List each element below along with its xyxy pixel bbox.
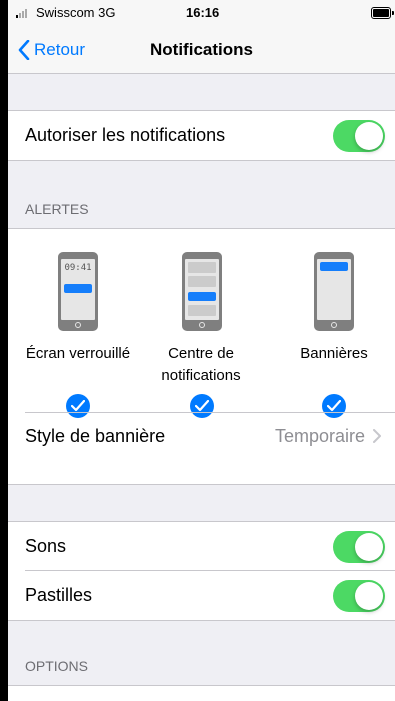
options-header: OPTIONS — [25, 658, 89, 674]
alerts-header: ALERTES — [25, 201, 89, 217]
chevron-left-icon — [18, 39, 30, 60]
phone-screen: Swisscom 3G 16:16 Retour Notifications A… — [0, 0, 395, 701]
sounds-row: Sons — [8, 522, 395, 571]
phone-screen-preview: 09:41 — [61, 259, 95, 320]
allow-notifications-toggle[interactable] — [333, 120, 385, 152]
sounds-toggle[interactable] — [333, 531, 385, 563]
list-item-preview — [188, 262, 216, 273]
notification-preview — [64, 284, 92, 293]
badges-row: Pastilles — [8, 571, 395, 620]
notification-center-phone-icon — [182, 252, 222, 331]
banner-preview — [320, 262, 348, 271]
allow-group: Autoriser les notifications — [8, 110, 395, 161]
back-label: Retour — [34, 39, 86, 59]
banner-style-value: Temporaire — [274, 426, 365, 446]
allow-notifications-label: Autoriser les notifications — [25, 125, 226, 145]
status-bar: Swisscom 3G 16:16 — [8, 0, 395, 26]
toggle-knob — [355, 122, 383, 150]
toggle-knob — [355, 582, 383, 610]
phone-screen-preview — [317, 259, 351, 320]
list-item-preview — [188, 276, 216, 287]
list-item-preview — [188, 305, 216, 316]
options-group — [8, 685, 395, 701]
phone-clock: 09:41 — [64, 263, 92, 273]
alert-style-notification-center[interactable]: Centre de notifications — [141, 229, 261, 419]
phone-screen-preview — [185, 259, 219, 320]
notification-preview — [188, 292, 216, 301]
home-button-icon — [331, 322, 337, 328]
allow-notifications-row: Autoriser les notifications — [8, 111, 395, 160]
badges-toggle[interactable] — [333, 580, 385, 612]
alert-style-banners[interactable]: Bannières — [274, 229, 394, 419]
carrier-name: Swisscom 3G — [36, 5, 116, 20]
alert-style-lock-screen[interactable]: 09:41 Écran verrouillé — [18, 229, 138, 419]
banner-style-label: Style de bannière — [25, 426, 166, 446]
banner-style-row[interactable]: Style de bannière Temporaire — [8, 412, 395, 461]
home-button-icon — [75, 322, 81, 328]
lock-screen-label: Écran verrouillé — [25, 345, 131, 362]
navigation-bar: Retour Notifications — [8, 26, 395, 74]
chevron-right-icon — [373, 429, 381, 443]
toggle-knob — [355, 533, 383, 561]
alerts-group: 09:41 Écran verrouillé Centre de notific… — [8, 228, 395, 485]
lock-screen-phone-icon: 09:41 — [58, 252, 98, 331]
banners-label: Bannières — [300, 345, 368, 362]
status-time: 16:16 — [186, 5, 220, 20]
screen-edge — [0, 0, 8, 701]
signal-icon — [16, 8, 27, 18]
battery-icon — [371, 7, 394, 19]
sounds-label: Sons — [25, 536, 67, 556]
back-button[interactable]: Retour — [18, 26, 85, 73]
banners-phone-icon — [314, 252, 354, 331]
notification-center-label: Centre de notifications — [161, 345, 241, 384]
home-button-icon — [199, 322, 205, 328]
badges-label: Pastilles — [25, 585, 93, 605]
sounds-badges-group: Sons Pastilles — [8, 521, 395, 621]
